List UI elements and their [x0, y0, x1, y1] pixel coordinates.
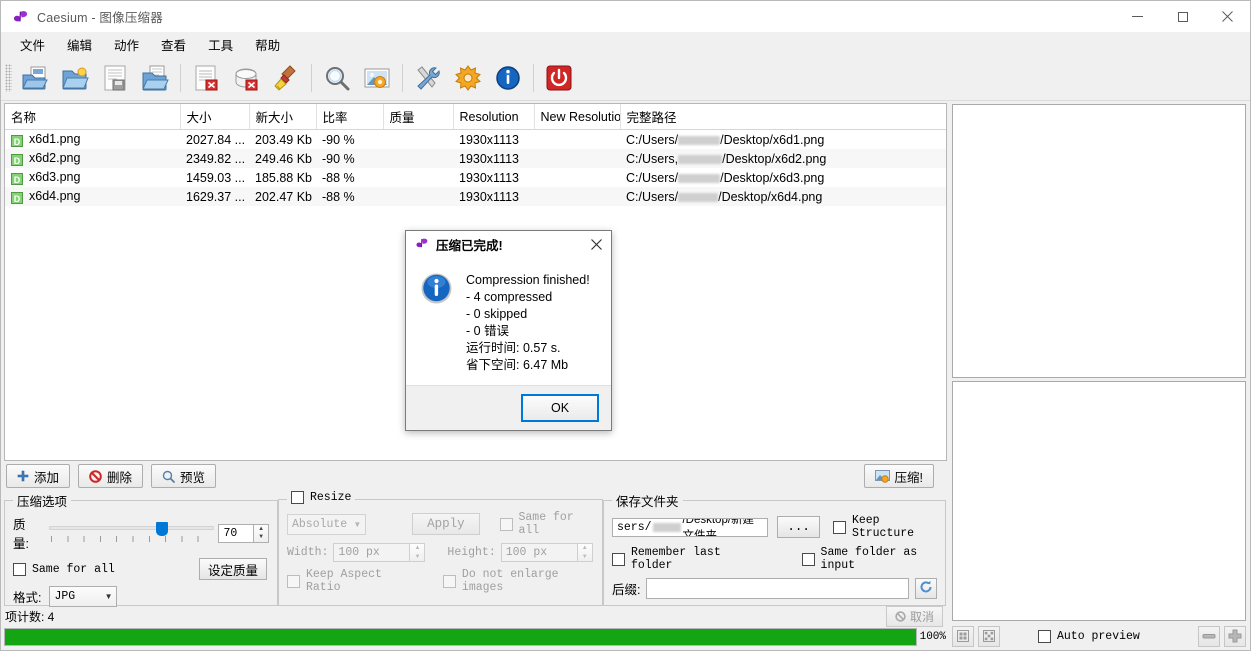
information-icon [420, 272, 453, 305]
dialog-line-5: 运行时间: 0.57 s. [466, 341, 561, 355]
modal-overlay: 压缩已完成! Compression finished! - 4 compres… [1, 1, 1250, 650]
dialog-line-1: Compression finished! [466, 273, 590, 287]
dialog-line-6: 省下空间: 6.47 Mb [466, 358, 569, 372]
dialog-body: Compression finished! - 4 compressed - 0… [406, 258, 611, 385]
application-window: Caesium - 图像压缩器 文件 编辑 动作 查看 工具 帮助 名称 大小 … [0, 0, 1251, 651]
dialog-line-2: - 4 compressed [466, 290, 553, 304]
dialog-line-3: - 0 skipped [466, 307, 528, 321]
dialog-title: 压缩已完成! [436, 239, 503, 253]
dialog-app-icon [414, 236, 429, 254]
dialog-message: Compression finished! - 4 compressed - 0… [466, 272, 590, 377]
dialog-ok-button[interactable]: OK [521, 394, 599, 422]
dialog-title-bar: 压缩已完成! [406, 231, 611, 258]
dialog-close-button[interactable] [581, 231, 611, 258]
compression-finished-dialog: 压缩已完成! Compression finished! - 4 compres… [405, 230, 612, 431]
dialog-footer: OK [406, 385, 611, 430]
dialog-line-4: - 0 错误 [466, 324, 510, 338]
